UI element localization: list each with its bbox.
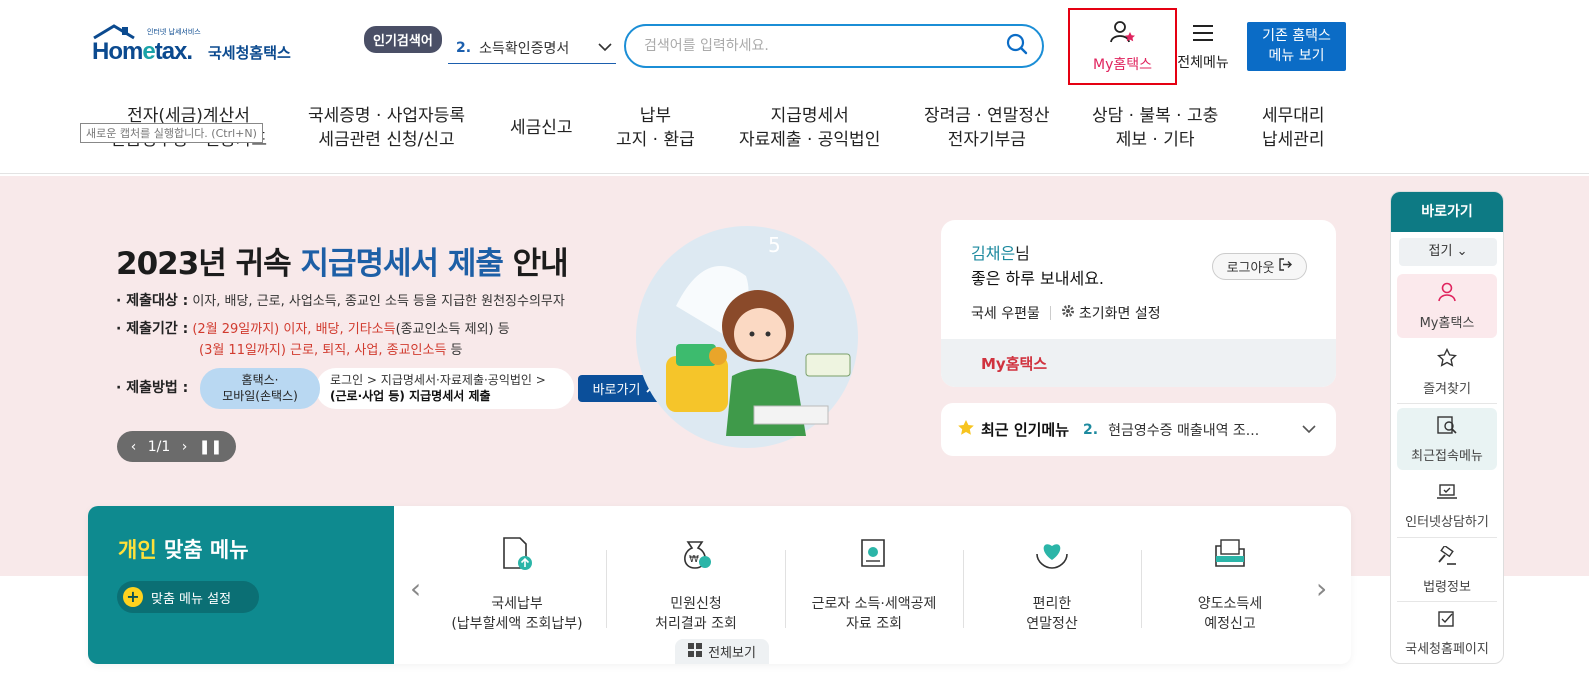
- quick-recent-menu[interactable]: 최근접속메뉴: [1397, 408, 1497, 470]
- logout-button[interactable]: 로그아웃: [1212, 253, 1307, 280]
- banner-period-2: (3월 11일까지) 근로, 퇴직, 사업, 종교인소득 등: [199, 343, 463, 358]
- search-input[interactable]: [644, 38, 1006, 54]
- logout-icon: [1278, 258, 1293, 275]
- card-links: 국세 우편물 초기화면 설정: [971, 303, 1161, 323]
- hamburger-icon: [1192, 24, 1214, 46]
- banner-target: · 제출대상 : 이자, 배당, 근로, 사업소득, 종교인 소득 등을 지급한…: [116, 293, 565, 309]
- personal-menu-title: 개인 맞춤 메뉴: [118, 538, 249, 562]
- banner-title: 2023년 귀속 지급명세서 제출 안내: [116, 246, 569, 282]
- banner-pager: ‹ 1/1 › ❚❚: [117, 431, 236, 462]
- popular-menu-value: 현금영수증 매출내역 조...: [1108, 422, 1260, 439]
- nav-certificates[interactable]: 국세증명 · 사업자등록 세금관련 신청/신고: [308, 104, 465, 152]
- prev-arrow-icon[interactable]: ‹: [410, 572, 421, 605]
- logo-wordmark: Hometax.: [92, 38, 193, 65]
- quick-links-panel: 바로가기 접기 ⌄ My홈택스 즐겨찾기 최근접속메뉴 인터넷상담하기 법령정보…: [1390, 191, 1504, 664]
- pm-income-deduction[interactable]: 근로자 소득·세액공제 자료 조회: [785, 536, 963, 646]
- popular-search-tag: 인기검색어: [364, 26, 442, 53]
- tax-mail-link[interactable]: 국세 우편물: [971, 303, 1040, 323]
- logo-korean-name: 국세청홈택스: [208, 44, 291, 62]
- nav-incentive[interactable]: 장려금 · 연말정산 전자기부금: [924, 104, 1050, 152]
- banner-period-1: · 제출기간 : (2월 29일까지) 이자, 배당, 기타소득(종교인소득 제…: [116, 321, 510, 337]
- search-icon[interactable]: [1006, 33, 1028, 59]
- card-my-hometax-label: My홈택스: [981, 355, 1048, 373]
- quick-nts-homepage[interactable]: 국세청홈페이지: [1397, 602, 1497, 663]
- hometax-logo[interactable]: 인터넷 납세서비스 Hometax. 국세청홈택스: [92, 24, 302, 72]
- person-star-icon: [1109, 20, 1137, 50]
- greeting-text: 좋은 하루 보내세요.: [971, 269, 1105, 288]
- pm-tax-payment[interactable]: 국세납부 (납부할세액 조회납부): [428, 536, 606, 646]
- pm-capital-gains[interactable]: 양도소득세 예정신고: [1141, 536, 1319, 646]
- personal-menu-setting-button[interactable]: + 맞춤 메뉴 설정: [117, 581, 259, 613]
- nav-tax-return[interactable]: 세금신고: [510, 116, 573, 140]
- nav-payment-statement[interactable]: 지급명세서 자료제출 · 공익법인: [739, 104, 880, 152]
- my-hometax-button[interactable]: My홈택스: [1068, 8, 1177, 85]
- nav-tax-agent[interactable]: 세무대리 납세관리: [1262, 104, 1325, 152]
- search-box[interactable]: [624, 24, 1044, 68]
- popular-menu-rank: 2.: [1083, 421, 1099, 438]
- certificate-icon: [785, 536, 963, 576]
- heart-hands-icon: [963, 536, 1141, 576]
- user-name: 김채은님: [971, 244, 1030, 263]
- svg-text:₩: ₩: [689, 554, 699, 565]
- star-icon: [957, 419, 975, 441]
- home-setting-link[interactable]: 초기화면 설정: [1079, 303, 1161, 323]
- chevron-down-icon: [598, 40, 612, 56]
- all-menu-button[interactable]: 전체메뉴: [1172, 24, 1234, 72]
- login-card: 김채은님 좋은 하루 보내세요. 로그아웃 국세 우편물 초기화면 설정 My홈…: [941, 220, 1336, 387]
- star-icon: [1437, 347, 1457, 372]
- banner-method-pill: 홈택스· 모바일(손택스): [200, 368, 320, 409]
- all-menu-label: 전체메뉴: [1177, 55, 1229, 71]
- slide-counter: 1/1: [147, 438, 171, 455]
- quick-my-hometax[interactable]: My홈택스: [1397, 274, 1497, 338]
- popular-search-select[interactable]: 2. 소득확인증명서: [448, 32, 616, 64]
- grid-icon: [688, 642, 703, 661]
- capture-tooltip: 새로운 캡처를 실행합니다. (Ctrl+N): [80, 123, 263, 143]
- logo-subtitle: 인터넷 납세서비스: [147, 28, 201, 36]
- nav-consultation[interactable]: 상담 · 불복 · 고충 제보 · 기타: [1092, 104, 1218, 152]
- document-upload-icon: [428, 536, 606, 576]
- chevron-down-icon: [1302, 422, 1316, 438]
- person-icon: [1437, 282, 1457, 306]
- personal-menu-header: 개인 맞춤 메뉴 + 맞춤 메뉴 설정: [88, 506, 394, 664]
- quick-online-consult[interactable]: 인터넷상담하기: [1397, 476, 1497, 538]
- laptop-check-icon: [1436, 483, 1458, 505]
- plus-icon: +: [123, 587, 143, 607]
- pause-icon[interactable]: ❚❚: [199, 439, 222, 455]
- popular-search-rank: 2.: [456, 39, 472, 56]
- next-slide-icon[interactable]: ›: [182, 439, 188, 455]
- money-bag-icon: ₩: [607, 536, 785, 576]
- card-my-hometax-bar[interactable]: My홈택스: [941, 339, 1336, 387]
- pm-civil-result[interactable]: ₩ 민원신청 처리결과 조회: [607, 536, 785, 646]
- my-hometax-label: My홈택스: [1092, 56, 1152, 73]
- quick-law-info[interactable]: 법령정보: [1397, 540, 1497, 602]
- popular-menu-bar[interactable]: 최근 인기메뉴 2. 현금영수증 매출내역 조...: [941, 403, 1336, 456]
- pm-year-end-settlement[interactable]: 편리한 연말정산: [963, 536, 1141, 646]
- svg-text:5: 5: [768, 233, 781, 257]
- folder-document-icon: [1141, 536, 1319, 576]
- edit-check-icon: [1437, 610, 1457, 632]
- popular-menu-title: 최근 인기메뉴: [981, 421, 1070, 439]
- banner-method-key: · 제출방법 :: [116, 380, 189, 396]
- fold-button[interactable]: 접기 ⌄: [1399, 238, 1497, 266]
- banner-illustration: 5: [636, 226, 858, 448]
- banner-method-desc: 로그인 > 지급명세서·자료제출·공익법인 > (근로·사업 등) 지급명세서 …: [316, 368, 574, 409]
- popular-search-value: 소득확인증명서: [479, 40, 570, 57]
- view-all-button[interactable]: 전체보기: [675, 639, 769, 664]
- quick-favorites[interactable]: 즐겨찾기: [1397, 342, 1497, 404]
- divider: [1049, 306, 1051, 320]
- gavel-icon: [1436, 544, 1458, 570]
- classic-hometax-button[interactable]: 기존 홈택스 메뉴 보기: [1247, 22, 1346, 71]
- gear-icon: [1061, 304, 1075, 322]
- nav-payment[interactable]: 납부 고지 · 환급: [616, 104, 695, 152]
- recent-search-icon: [1436, 415, 1458, 439]
- prev-slide-icon[interactable]: ‹: [131, 439, 137, 455]
- quick-links-title: 바로가기: [1391, 192, 1503, 232]
